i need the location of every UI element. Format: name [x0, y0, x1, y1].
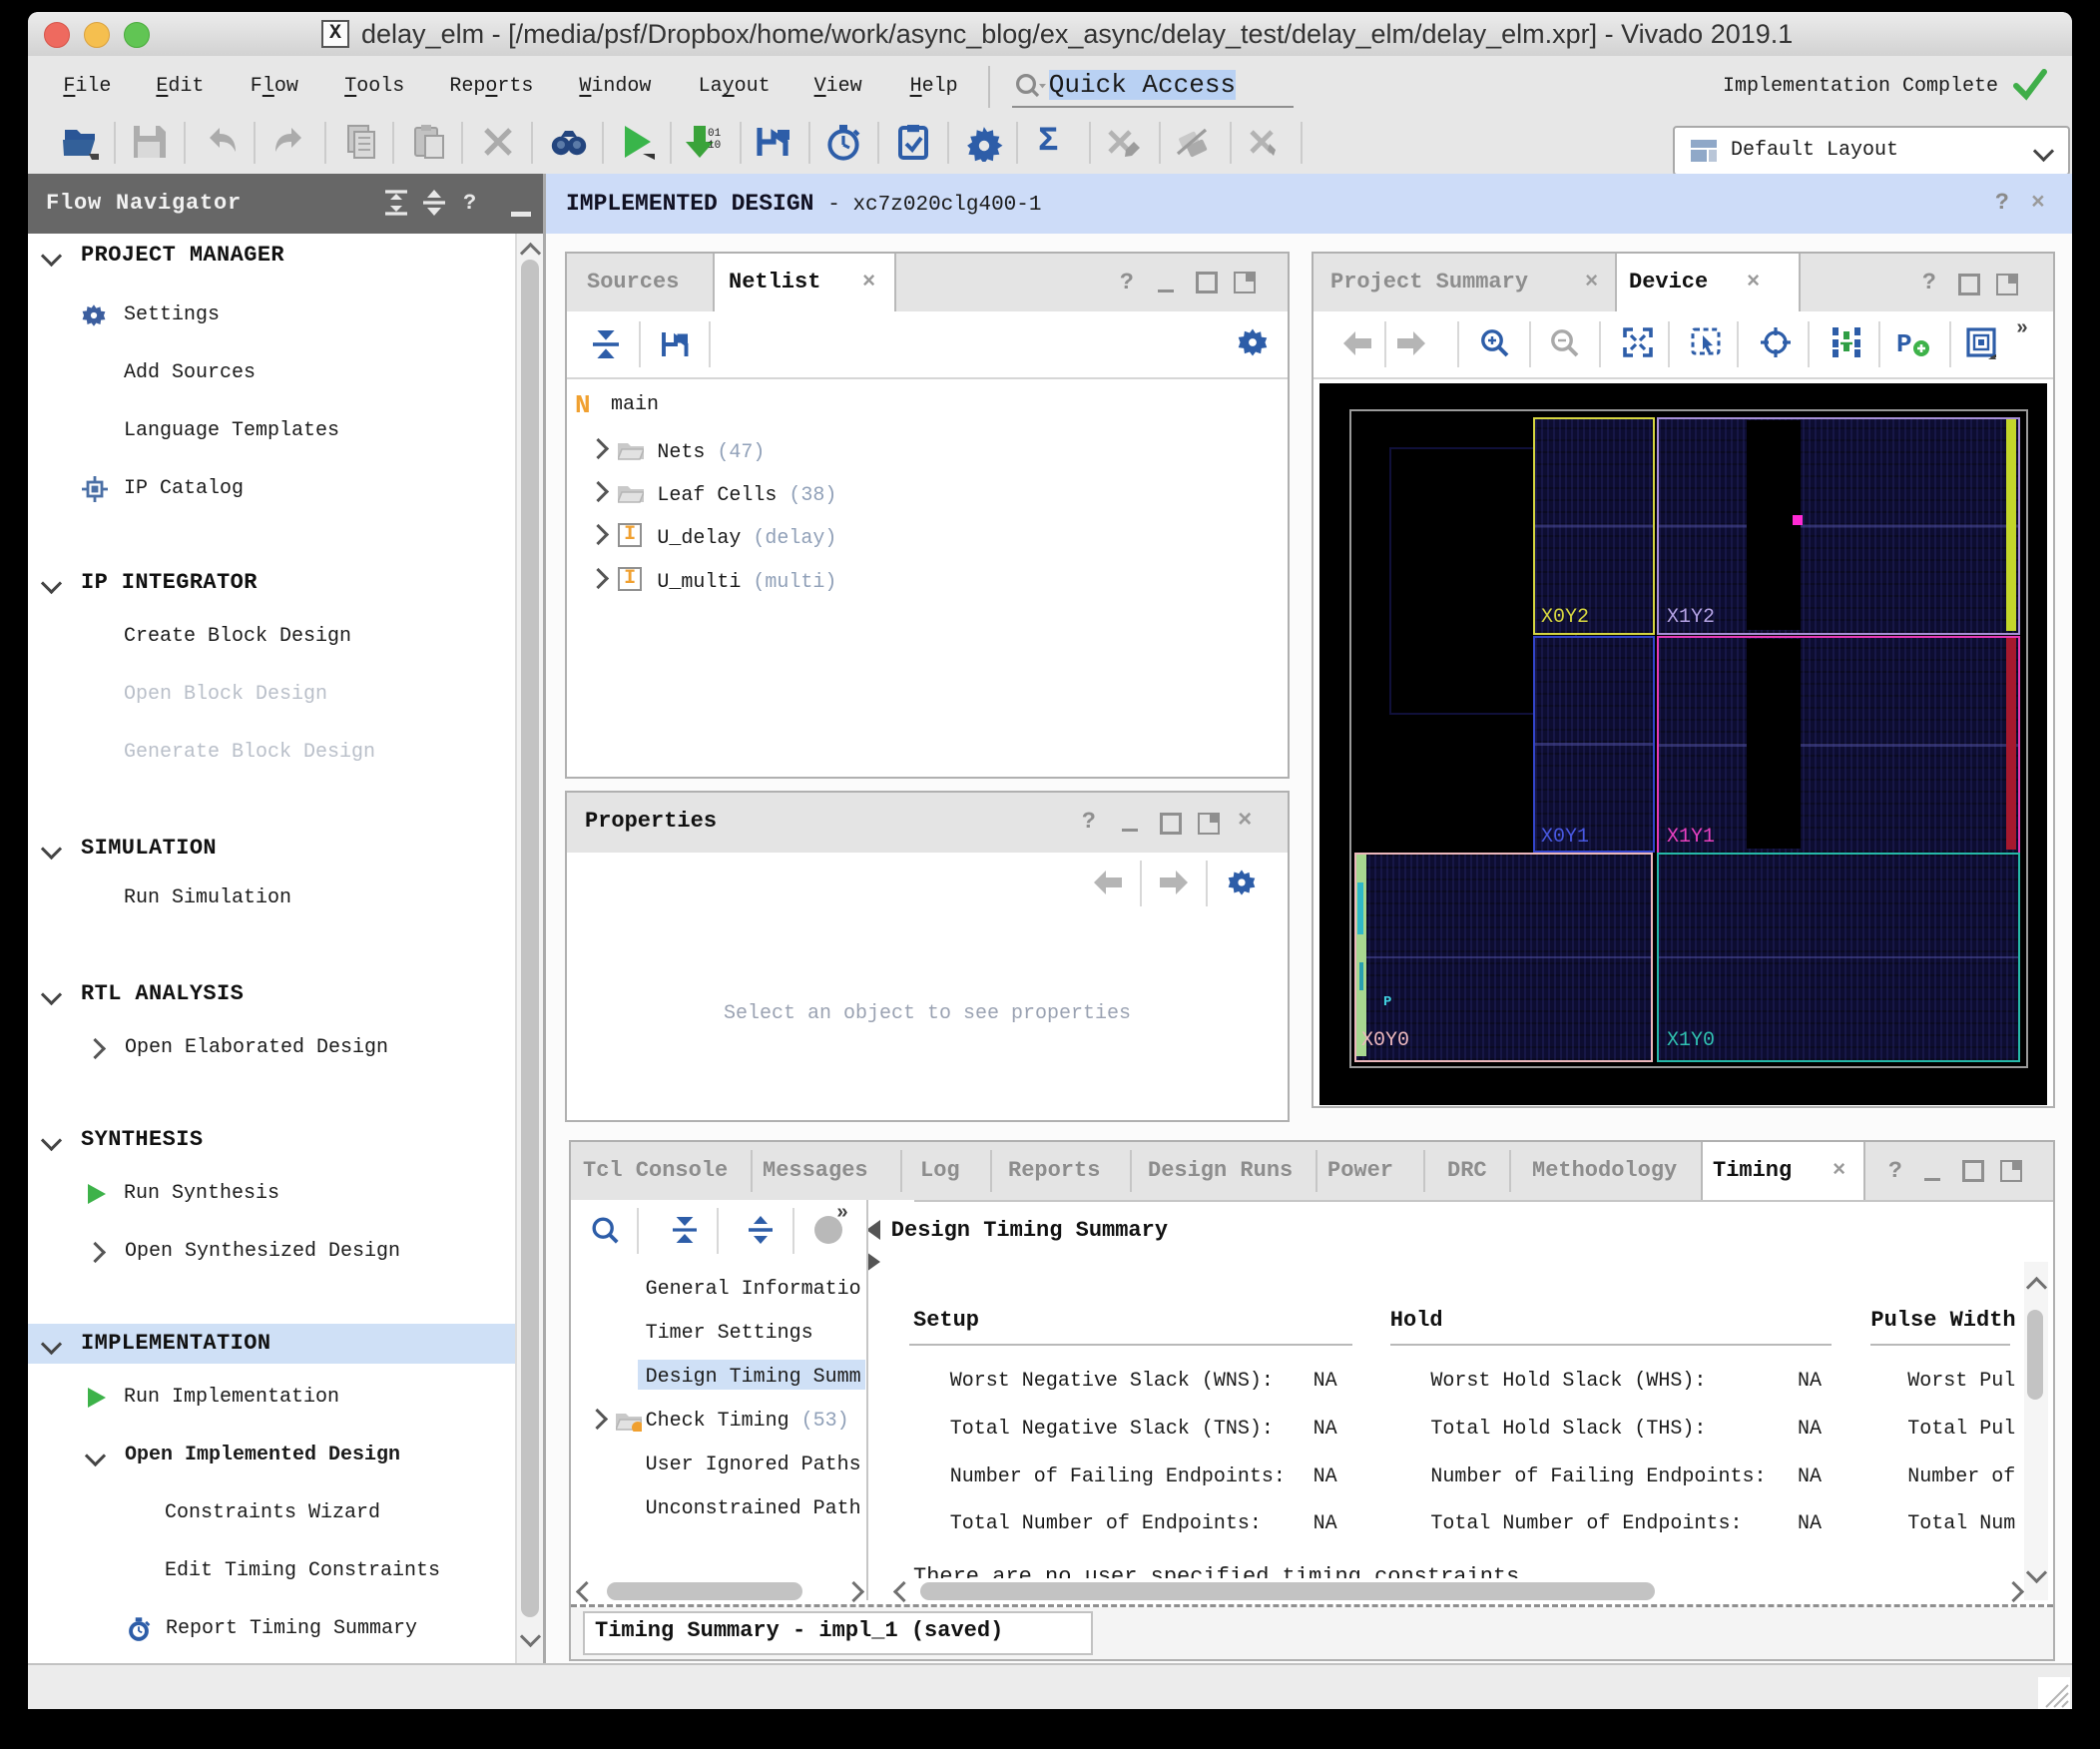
svg-text:01: 01: [708, 128, 722, 140]
svg-text:10: 10: [708, 140, 721, 152]
svg-text:P: P: [1896, 329, 1912, 357]
